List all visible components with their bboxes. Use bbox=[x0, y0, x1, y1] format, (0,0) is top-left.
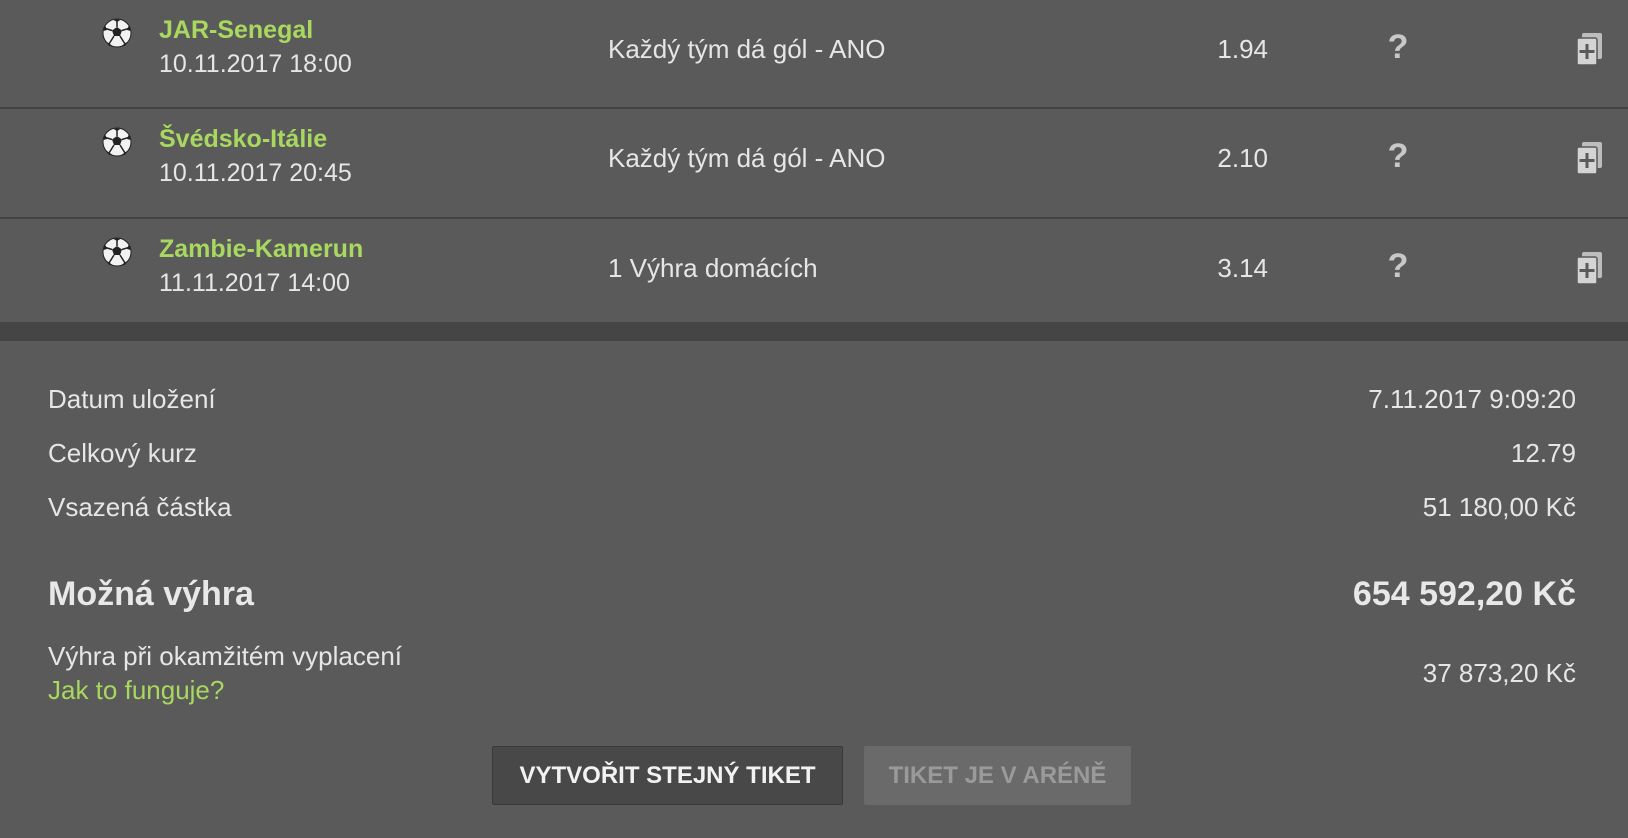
bet-odds: 1.94 bbox=[1217, 34, 1268, 64]
match-name-link[interactable]: Zambie-Kamerun bbox=[159, 235, 363, 264]
possible-win-label: Možná výhra bbox=[48, 575, 254, 613]
bet-tip: 1 Výhra domácích bbox=[608, 253, 818, 283]
create-same-ticket-button[interactable]: VYTVOŘIT STEJNÝ TIKET bbox=[492, 746, 843, 805]
soccer-ball-icon bbox=[102, 237, 132, 267]
question-mark-icon[interactable]: ? bbox=[1386, 30, 1410, 64]
soccer-ball-icon bbox=[102, 127, 132, 157]
stake-value: 51 180,00 Kč bbox=[1422, 492, 1576, 522]
bet-tip: Každý tým dá gól - ANO bbox=[608, 143, 886, 173]
saved-date-value: 7.11.2017 9:09:20 bbox=[1368, 384, 1576, 414]
stake-label: Vsazená částka bbox=[48, 492, 232, 522]
match-name-link[interactable]: JAR-Senegal bbox=[159, 16, 313, 45]
question-mark-icon[interactable]: ? bbox=[1386, 139, 1410, 173]
cashout-label: Výhra při okamžitém vyplacení bbox=[48, 641, 403, 671]
match-datetime: 11.11.2017 14:00 bbox=[159, 269, 350, 297]
bet-list: JAR-Senegal 10.11.2017 18:00 Každý tým d… bbox=[0, 0, 1628, 329]
soccer-ball-icon bbox=[102, 18, 132, 48]
how-it-works-link[interactable]: Jak to funguje? bbox=[48, 675, 224, 706]
match-datetime: 10.11.2017 18:00 bbox=[159, 50, 352, 78]
cashout-value: 37 873,20 Kč bbox=[1422, 658, 1576, 688]
match-name-link[interactable]: Švédsko-Itálie bbox=[159, 125, 327, 154]
saved-date-label: Datum uložení bbox=[48, 384, 216, 414]
section-divider bbox=[0, 322, 1628, 341]
bet-row: Švédsko-Itálie 10.11.2017 20:45 Každý tý… bbox=[0, 109, 1628, 219]
total-odds-label: Celkový kurz bbox=[48, 438, 197, 468]
add-to-ticket-icon[interactable] bbox=[1576, 251, 1604, 285]
total-odds-value: 12.79 bbox=[1510, 438, 1576, 468]
add-to-ticket-icon[interactable] bbox=[1576, 141, 1604, 175]
bet-odds: 2.10 bbox=[1217, 143, 1268, 173]
ticket-in-arena-button: TIKET JE V ARÉNĚ bbox=[864, 746, 1131, 805]
bet-row: Zambie-Kamerun 11.11.2017 14:00 1 Výhra … bbox=[0, 219, 1628, 329]
possible-win-value: 654 592,20 Kč bbox=[1352, 575, 1576, 613]
bet-tip: Každý tým dá gól - ANO bbox=[608, 34, 886, 64]
bet-row: JAR-Senegal 10.11.2017 18:00 Každý tým d… bbox=[0, 0, 1628, 109]
question-mark-icon[interactable]: ? bbox=[1386, 249, 1410, 283]
bet-odds: 3.14 bbox=[1217, 253, 1268, 283]
match-datetime: 10.11.2017 20:45 bbox=[159, 159, 352, 187]
add-to-ticket-icon[interactable] bbox=[1576, 32, 1604, 66]
